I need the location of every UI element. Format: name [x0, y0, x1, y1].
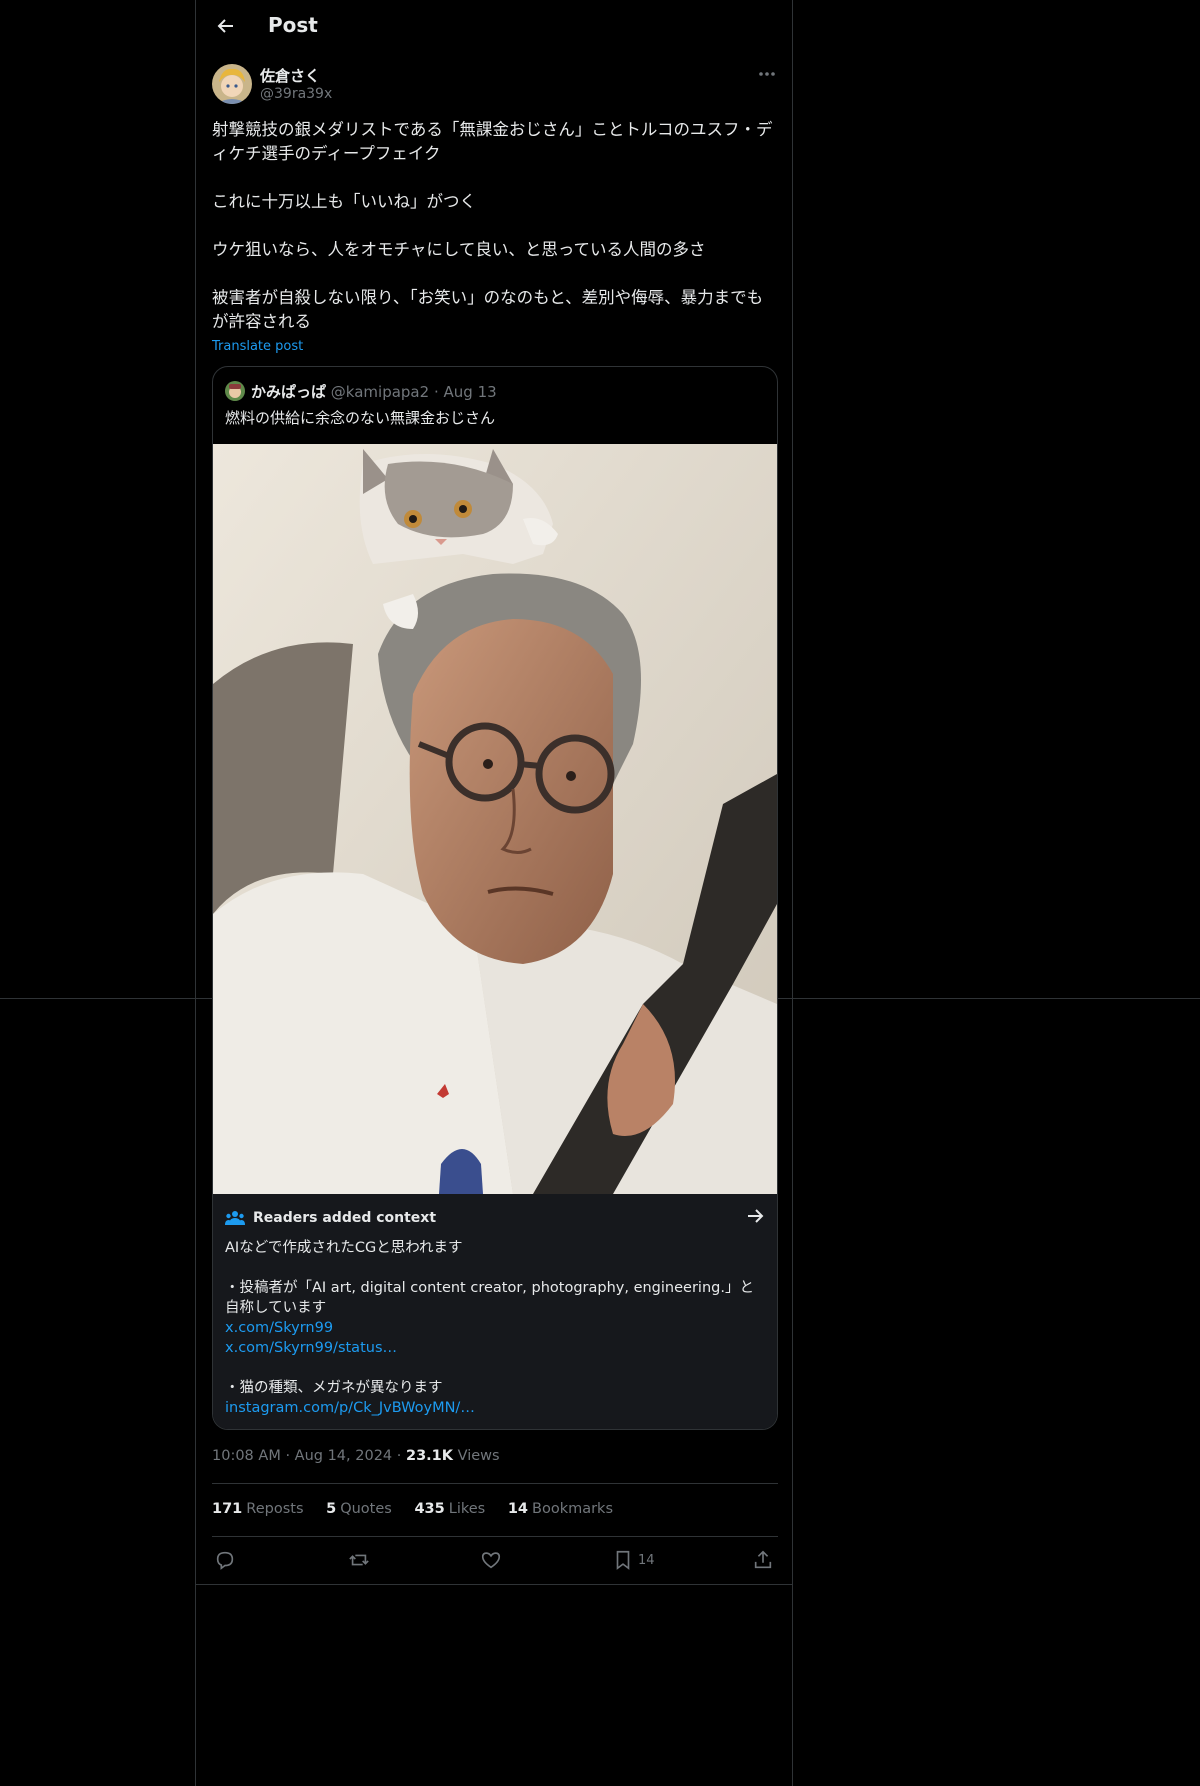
open-note-button[interactable] [745, 1206, 765, 1226]
bookmark-count: 14 [638, 1552, 655, 1568]
post-paragraph: 射撃競技の銀メダリストである「無課金おじさん」ことトルコのユスフ・ディケチ選手の… [212, 120, 773, 163]
note-line: ・猫の種類、メガネが異なります [225, 1380, 443, 1396]
quotes-stat[interactable]: 5 Quotes [326, 1501, 392, 1517]
quotes-label: Quotes [340, 1501, 392, 1517]
back-button[interactable] [212, 12, 240, 40]
quoted-post[interactable]: かみぱっぱ @kamipapa2 · Aug 13 燃料の供給に余念のない無課金… [212, 366, 778, 1430]
quoted-author-handle[interactable]: @kamipapa2 [331, 383, 429, 401]
quoted-author-name[interactable]: かみぱっぱ [251, 383, 326, 401]
community-notes-header: Readers added context [225, 1208, 436, 1228]
repost-icon [349, 1554, 369, 1566]
views-count: 23.1K [405, 1448, 453, 1464]
translate-post-link[interactable]: Translate post [212, 339, 303, 354]
quoted-author-avatar[interactable] [225, 381, 245, 401]
heart-icon [481, 1552, 501, 1569]
arrow-right-icon [748, 1209, 764, 1223]
author-handle[interactable]: @39ra39x [260, 86, 332, 102]
post-paragraph: これに十万以上も「いいね」がつく [212, 192, 476, 211]
reply-icon [216, 1551, 234, 1570]
bookmarks-label: Bookmarks [532, 1501, 614, 1517]
separator-dot: · [285, 1448, 291, 1464]
divider [212, 1536, 778, 1537]
divider [196, 1584, 792, 1585]
author-name[interactable]: 佐倉さく [260, 65, 320, 86]
note-link[interactable]: x.com/Skyrn99/status… [225, 1338, 761, 1358]
reply-button[interactable] [214, 1548, 236, 1572]
action-bar: 14 [212, 1548, 778, 1574]
note-link[interactable]: instagram.com/p/Ck_JvBWoyMN/… [225, 1398, 761, 1418]
views-label: Views [457, 1448, 500, 1464]
quoted-post-header: かみぱっぱ @kamipapa2 · Aug 13 [225, 381, 497, 403]
bookmarks-stat[interactable]: 14 Bookmarks [508, 1501, 613, 1517]
people-icon [225, 1211, 245, 1225]
separator-dot: · [433, 383, 439, 401]
note-line: AIなどで作成されたCGと思われます [225, 1240, 463, 1256]
reposts-count: 171 [212, 1501, 243, 1517]
page-title: Post [268, 13, 318, 37]
separator-dot: · [396, 1448, 402, 1464]
like-button[interactable] [480, 1548, 502, 1572]
post-column: Post 佐倉さく @39ra39x 射撃競技の銀メダリストである「無課金おじさ… [195, 0, 793, 1786]
quoted-post-photo[interactable] [213, 444, 777, 1194]
more-options-button[interactable] [756, 66, 778, 82]
quoted-post-date[interactable]: Aug 13 [444, 383, 497, 401]
share-icon [754, 1550, 772, 1569]
arrow-left-icon [217, 19, 233, 33]
bookmarks-count: 14 [507, 1501, 528, 1517]
author-avatar[interactable] [212, 64, 252, 104]
post-text: 射撃競技の銀メダリストである「無課金おじさん」ことトルコのユスフ・ディケチ選手の… [212, 118, 778, 334]
post-paragraph: 被害者が自殺しない限り、「お笑い」のなのもと、差別や侮辱、暴力までもが許容される [212, 288, 764, 331]
top-bar: Post [196, 0, 792, 53]
reposts-stat[interactable]: 171 Reposts [212, 1501, 304, 1517]
repost-button[interactable] [348, 1548, 370, 1572]
reposts-label: Reposts [246, 1501, 304, 1517]
post-author: 佐倉さく @39ra39x [212, 64, 778, 108]
post-stats: 171 Reposts 5 Quotes 435 Likes 14 Bookmarks [212, 1501, 631, 1517]
community-notes-panel[interactable]: Readers added context AIなどで作成されたCGと思われます… [213, 1194, 777, 1429]
post-date[interactable]: Aug 14, 2024 [295, 1448, 393, 1464]
more-icon [759, 72, 775, 76]
quoted-post-text: 燃料の供給に余念のない無課金おじさん [225, 409, 496, 427]
likes-label: Likes [448, 1501, 486, 1517]
bookmark-button[interactable]: 14 [612, 1548, 655, 1572]
post-meta: 10:08 AM · Aug 14, 2024 · 23.1K Views [212, 1448, 500, 1464]
divider [212, 1483, 778, 1484]
bookmark-icon [616, 1550, 630, 1570]
note-link[interactable]: x.com/Skyrn99 [225, 1318, 761, 1338]
quotes-count: 5 [326, 1501, 337, 1517]
community-notes-title: Readers added context [253, 1210, 437, 1226]
note-line: ・投稿者が「AI art, digital content creator, p… [225, 1280, 754, 1316]
post-paragraph: ウケ狙いなら、人をオモチャにして良い、と思っている人間の多さ [212, 240, 706, 259]
community-notes-body: AIなどで作成されたCGと思われます ・投稿者が「AI art, digital… [225, 1238, 761, 1418]
post-time[interactable]: 10:08 AM [212, 1448, 281, 1464]
likes-stat[interactable]: 435 Likes [414, 1501, 485, 1517]
share-button[interactable] [752, 1548, 774, 1572]
likes-count: 435 [414, 1501, 445, 1517]
